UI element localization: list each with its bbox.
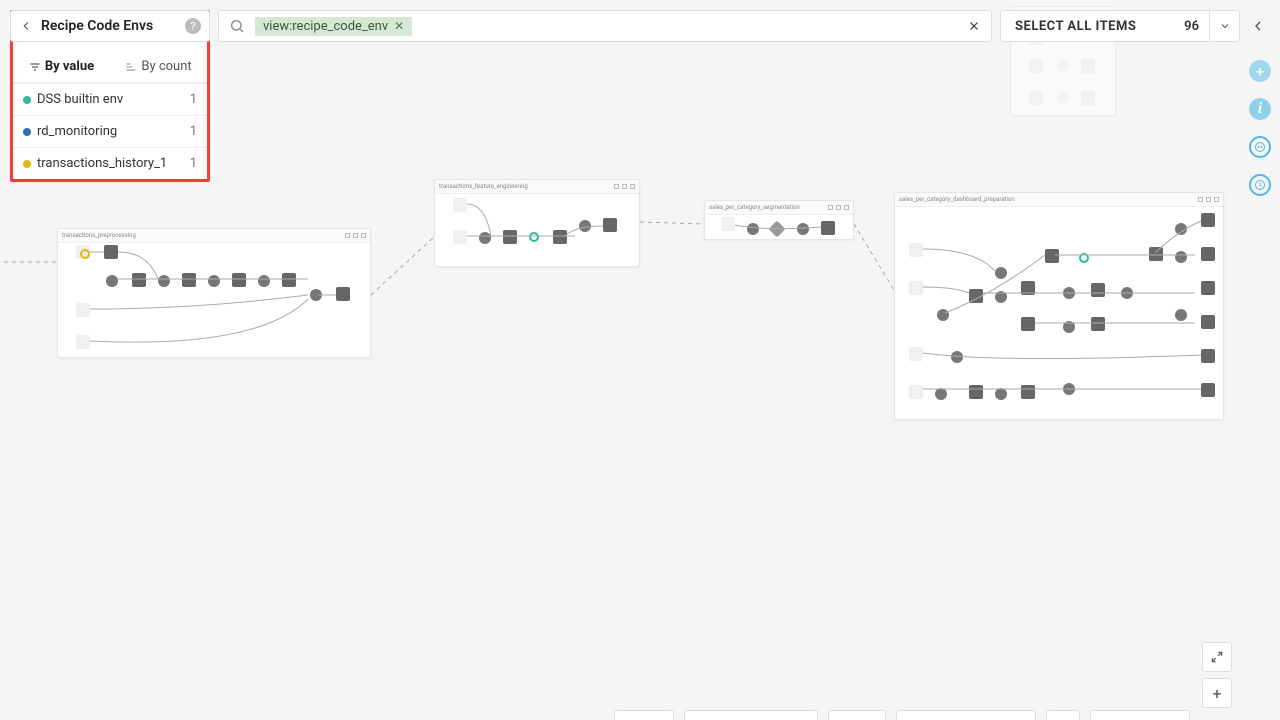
- panel-title: Recipe Code Envs: [41, 18, 185, 34]
- select-all-box: SELECT ALL ITEMS 96: [1000, 10, 1240, 42]
- clear-search-icon[interactable]: [967, 19, 981, 33]
- select-count: 96: [1174, 19, 1209, 34]
- expand-icon[interactable]: [1202, 642, 1232, 672]
- chip-remove-icon[interactable]: ✕: [394, 19, 404, 33]
- help-icon[interactable]: ?: [185, 18, 201, 34]
- env-name: rd_monitoring: [37, 124, 190, 139]
- chip-label: view:recipe_code_env: [263, 19, 388, 34]
- env-count: 1: [190, 156, 197, 171]
- zone-transactions-feature-engineering[interactable]: transactions_feature_engineering: [434, 179, 640, 267]
- add-icon[interactable]: +: [1249, 60, 1271, 82]
- env-count: 1: [190, 124, 197, 139]
- info-icon[interactable]: i: [1249, 98, 1271, 120]
- env-list: DSS builtin env 1 rd_monitoring 1 transa…: [13, 83, 207, 179]
- zone-sales-dashboard-preparation[interactable]: sales_per_category_dashboard_preparation: [894, 192, 1224, 420]
- back-icon[interactable]: [19, 19, 33, 33]
- search-chip[interactable]: view:recipe_code_env ✕: [255, 17, 412, 36]
- map-controls: +: [1202, 642, 1232, 708]
- search-bar[interactable]: view:recipe_code_env ✕: [218, 10, 992, 42]
- env-name: transactions_history_1: [37, 156, 190, 171]
- recipe-node[interactable]: [529, 232, 539, 242]
- history-icon[interactable]: [1249, 174, 1271, 196]
- sort-label: By value: [45, 59, 94, 74]
- env-name: DSS builtin env: [37, 92, 190, 107]
- chevron-down-icon[interactable]: [1209, 11, 1239, 41]
- sort-label: By count: [141, 59, 191, 74]
- zone-transactions-preprocessing[interactable]: transactions_preprocessing: [57, 228, 371, 358]
- sort-by-count[interactable]: By count: [110, 51, 207, 82]
- zone-title: sales_per_category_segmentation: [709, 204, 828, 211]
- env-count: 1: [190, 92, 197, 107]
- list-item[interactable]: rd_monitoring 1: [13, 115, 207, 147]
- right-rail: + i: [1246, 60, 1274, 196]
- sort-by-value[interactable]: By value: [13, 51, 110, 82]
- list-item[interactable]: transactions_history_1 1: [13, 147, 207, 179]
- zone-title: transactions_feature_engineering: [439, 183, 614, 190]
- collapse-right-icon[interactable]: [1246, 14, 1270, 38]
- select-all-label[interactable]: SELECT ALL ITEMS: [1001, 19, 1174, 34]
- list-item[interactable]: DSS builtin env 1: [13, 83, 207, 115]
- panel-header: Recipe Code Envs ?: [10, 10, 210, 42]
- zoom-in-icon[interactable]: +: [1202, 678, 1232, 708]
- zone-sales-per-category-segmentation[interactable]: sales_per_category_segmentation: [704, 200, 854, 240]
- recipe-node[interactable]: [80, 249, 90, 259]
- search-icon: [229, 18, 245, 34]
- zone-title: transactions_preprocessing: [62, 232, 345, 239]
- chat-icon[interactable]: [1249, 136, 1271, 158]
- zone-title: sales_per_category_dashboard_preparation: [899, 196, 1198, 203]
- recipe-node[interactable]: [1079, 253, 1089, 263]
